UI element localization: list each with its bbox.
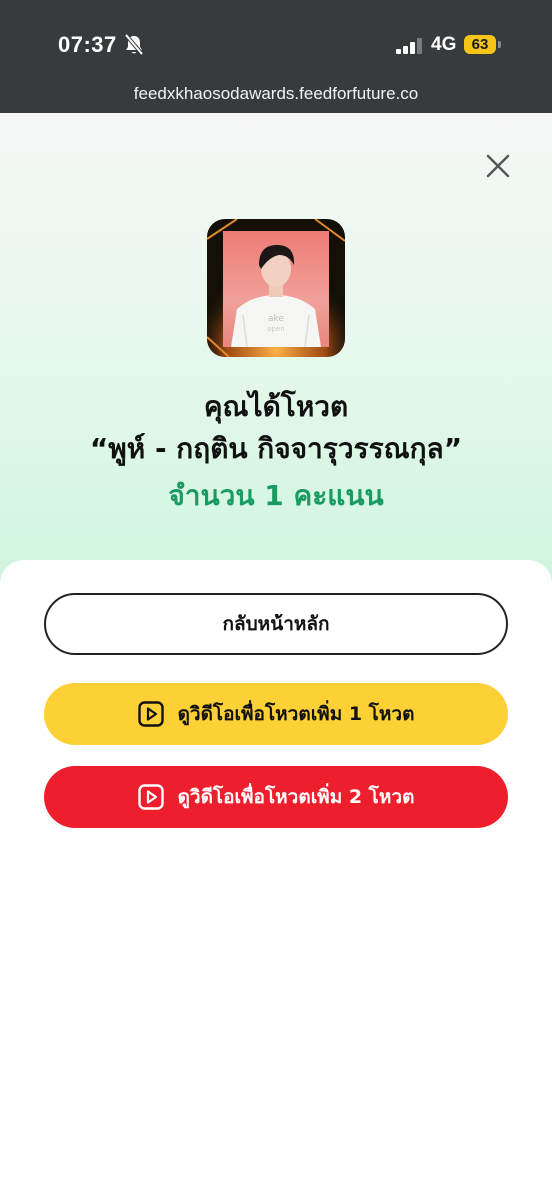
candidate-photo: ake open [223,231,329,347]
bell-slash-icon [124,33,144,60]
svg-text:open: open [267,325,284,333]
vote-confirmation: คุณได้โหวต “พูห์ - กฤติน กิจจารุวรรณกุล” [0,386,552,470]
status-bar: 07:37 4G 63 feedxkhaosodawards.feedforfu… [0,0,552,113]
watch-video-vote-2-label: ดูวิดีโอเพื่อโหวตเพิ่ม 2 โหวต [177,786,415,808]
candidate-name: “พูห์ - กฤติน กิจจารุวรรณกุล” [89,432,463,465]
network-type: 4G [431,34,457,55]
play-icon [137,701,164,727]
url-bar[interactable]: feedxkhaosodawards.feedforfuture.co [0,84,552,104]
watch-video-vote-1-label: ดูวิดีโอเพื่อโหวตเพิ่ม 1 โหวต [177,703,415,725]
candidate-avatar: ake open [207,219,345,357]
status-time: 07:37 [58,32,117,57]
signal-bars-icon [396,38,424,58]
vote-count-text: จำนวน 1 คะแนน [168,479,384,512]
back-home-button[interactable]: กลับหน้าหลัก [44,593,508,655]
battery-tip [498,41,501,48]
action-sheet [0,560,552,1200]
play-icon [137,784,164,810]
svg-text:ake: ake [268,314,284,324]
battery-indicator: 63 [464,35,496,54]
watch-video-vote-1-button[interactable]: ดูวิดีโอเพื่อโหวตเพิ่ม 1 โหวต [44,683,508,745]
back-home-label: กลับหน้าหลัก [222,613,330,635]
close-icon[interactable] [484,152,512,180]
vote-headline: คุณได้โหวต [203,390,349,423]
watch-video-vote-2-button[interactable]: ดูวิดีโอเพื่อโหวตเพิ่ม 2 โหวต [44,766,508,828]
